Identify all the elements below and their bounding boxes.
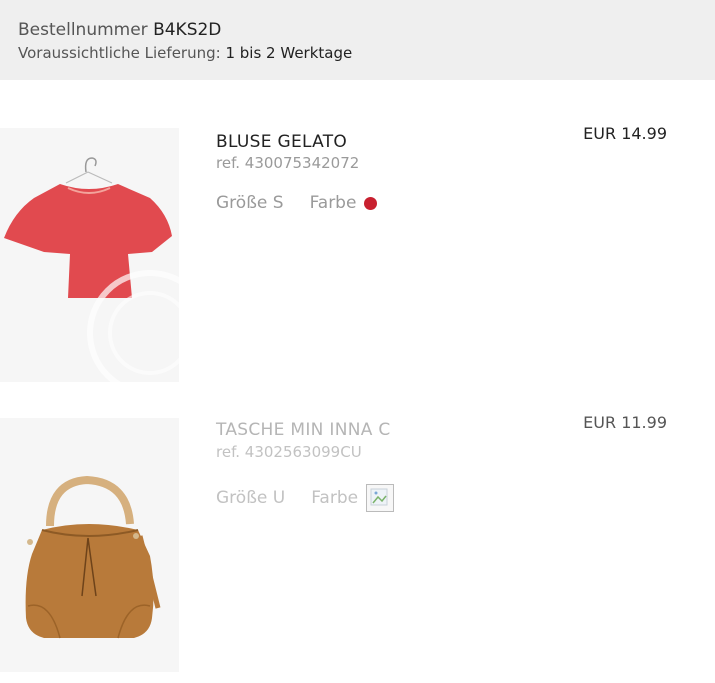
order-header: Bestellnummer B4KS2D Voraussichtliche Li… bbox=[0, 0, 715, 80]
product-attributes: Größe U Farbe bbox=[216, 484, 395, 512]
order-item: TASCHE MIN INNA C ref. 4302563099CU Größ… bbox=[0, 413, 715, 672]
product-image-bag[interactable] bbox=[0, 418, 179, 672]
product-attributes: Größe S Farbe bbox=[216, 193, 378, 213]
order-number-value: B4KS2D bbox=[153, 20, 222, 40]
order-number-label: Bestellnummer bbox=[18, 20, 148, 40]
size-label: Größe S bbox=[216, 193, 284, 213]
color-swatch-red bbox=[364, 196, 378, 210]
delivery-value: 1 bis 2 Werktage bbox=[225, 44, 353, 62]
red-blouse-image bbox=[4, 157, 179, 382]
product-price: EUR 11.99 bbox=[583, 413, 667, 432]
broken-image-icon bbox=[366, 484, 395, 512]
product-ref: ref. 430075342072 bbox=[216, 154, 360, 172]
product-price: EUR 14.99 bbox=[583, 124, 667, 143]
tan-bucket-bag-image bbox=[25, 475, 161, 639]
delivery-estimate: Voraussichtliche Lieferung: 1 bis 2 Werk… bbox=[18, 44, 352, 62]
product-ref: ref. 4302563099CU bbox=[216, 443, 362, 461]
product-name[interactable]: BLUSE GELATO bbox=[216, 132, 347, 152]
order-number: Bestellnummer B4KS2D bbox=[18, 20, 221, 40]
order-item: BLUSE GELATO ref. 430075342072 Größe S F… bbox=[0, 124, 715, 382]
delivery-label: Voraussichtliche Lieferung: bbox=[18, 44, 221, 62]
color-label: Farbe bbox=[309, 193, 357, 213]
color-label: Farbe bbox=[311, 488, 359, 508]
size-label: Größe U bbox=[216, 488, 286, 508]
product-name[interactable]: TASCHE MIN INNA C bbox=[216, 420, 391, 440]
product-image-blouse[interactable] bbox=[0, 128, 179, 382]
